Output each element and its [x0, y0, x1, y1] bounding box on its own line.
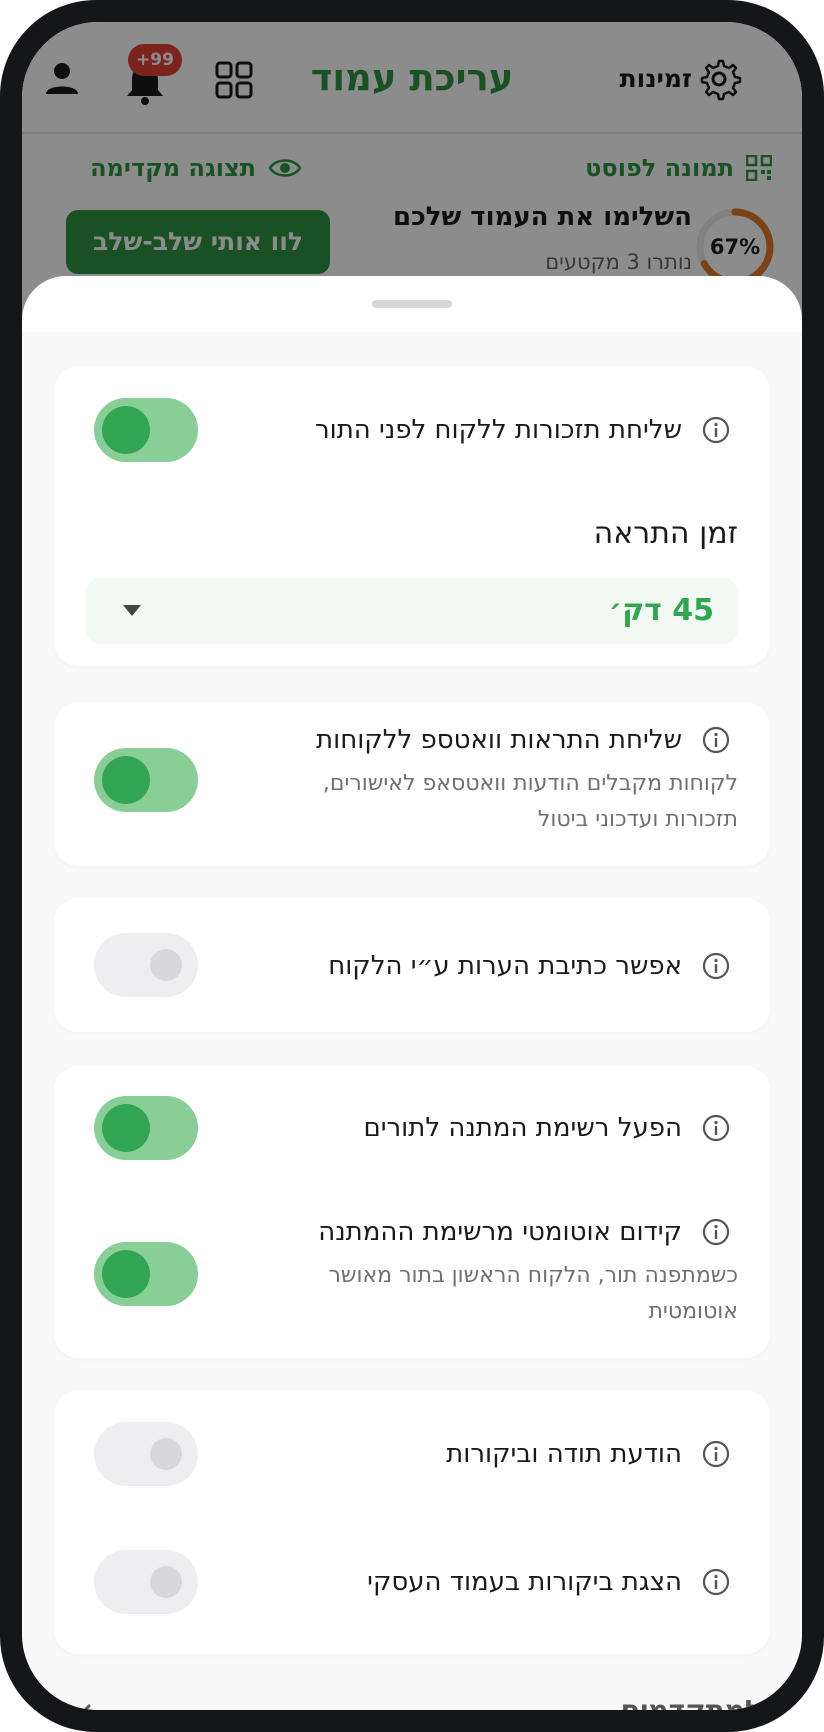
toggle-knob	[102, 406, 150, 454]
show-reviews-label: הצגת ביקורות בעמוד העסקי	[367, 1567, 682, 1597]
toggle-knob	[150, 1566, 182, 1598]
client-notes-label: אפשר כתיבת הערות ע״י הלקוח	[328, 951, 682, 981]
thank-you-review-row: הודעת תודה וביקורות	[54, 1422, 770, 1486]
toggle-knob	[102, 756, 150, 804]
info-icon[interactable]	[702, 726, 730, 754]
reminder-time-title: זמן התראה	[593, 516, 738, 551]
info-icon[interactable]	[702, 952, 730, 980]
whatsapp-description: לקוחות מקבלים הודעות וואטסאפ לאישורים, ת…	[322, 771, 738, 832]
advanced-section-toggle[interactable]: למתקדמים	[22, 1686, 802, 1710]
waitlist-card: הפעל רשימת המתנה לתורים קידום אוטומטי מר…	[54, 1066, 770, 1358]
settings-bottom-sheet: שליחת תזכורות ללקוח לפני התור זמן התראה …	[22, 276, 802, 1710]
reminders-toggle[interactable]	[94, 398, 198, 462]
auto-promote-description: כשמתפנה תור, הלקוח הראשון בתור מאושר אוט…	[328, 1263, 738, 1324]
auto-promote-row: קידום אוטומטי מרשימת ההמתנה כשמתפנה תור,…	[54, 1190, 770, 1340]
phone-screen: +99 עריכת עמוד זמינות תמונה לפוסט תצוגה …	[22, 22, 802, 1710]
drag-handle[interactable]	[372, 300, 452, 308]
show-reviews-row: הצגת ביקורות בעמוד העסקי	[54, 1550, 770, 1614]
client-notes-card: אפשר כתיבת הערות ע״י הלקוח	[54, 898, 770, 1032]
show-reviews-toggle[interactable]	[94, 1550, 198, 1614]
toggle-knob	[150, 949, 182, 981]
reminder-time-select[interactable]: 45 דק׳	[86, 578, 738, 644]
info-icon[interactable]	[702, 1218, 730, 1246]
waitlist-toggle[interactable]	[94, 1096, 198, 1160]
toggle-knob	[102, 1104, 150, 1152]
advanced-label: למתקדמים	[621, 1694, 762, 1710]
whatsapp-label: שליחת התראות וואטספ ללקוחות	[316, 725, 682, 755]
caret-down-icon	[123, 605, 141, 616]
whatsapp-toggle[interactable]	[94, 748, 198, 812]
reminders-row: שליחת תזכורות ללקוח לפני התור	[54, 398, 770, 462]
waitlist-row: הפעל רשימת המתנה לתורים	[54, 1096, 770, 1160]
sheet-header	[22, 276, 802, 332]
toggle-knob	[102, 1250, 150, 1298]
info-icon[interactable]	[702, 1568, 730, 1596]
client-notes-row: אפשר כתיבת הערות ע״י הלקוח	[54, 898, 770, 1032]
auto-promote-label: קידום אוטומטי מרשימת ההמתנה	[318, 1217, 682, 1247]
phone-frame: +99 עריכת עמוד זמינות תמונה לפוסט תצוגה …	[0, 0, 824, 1732]
whatsapp-row: שליחת התראות וואטספ ללקוחות לקוחות מקבלי…	[54, 702, 770, 866]
reminders-card: שליחת תזכורות ללקוח לפני התור זמן התראה …	[54, 366, 770, 666]
info-icon[interactable]	[702, 1440, 730, 1468]
thank-you-review-label: הודעת תודה וביקורות	[446, 1439, 682, 1469]
reviews-card: הודעת תודה וביקורות הצגת ביקורות בעמוד ה…	[54, 1390, 770, 1654]
reminder-time-value: 45 דק׳	[608, 593, 714, 628]
toggle-knob	[150, 1438, 182, 1470]
auto-promote-toggle[interactable]	[94, 1242, 198, 1306]
info-icon[interactable]	[702, 1114, 730, 1142]
info-icon[interactable]	[702, 416, 730, 444]
reminders-label: שליחת תזכורות ללקוח לפני התור	[314, 415, 682, 445]
client-notes-toggle[interactable]	[94, 933, 198, 997]
whatsapp-card: שליחת התראות וואטספ ללקוחות לקוחות מקבלי…	[54, 702, 770, 866]
waitlist-label: הפעל רשימת המתנה לתורים	[363, 1113, 682, 1143]
chevron-down-icon	[67, 1704, 91, 1710]
thank-you-review-toggle[interactable]	[94, 1422, 198, 1486]
